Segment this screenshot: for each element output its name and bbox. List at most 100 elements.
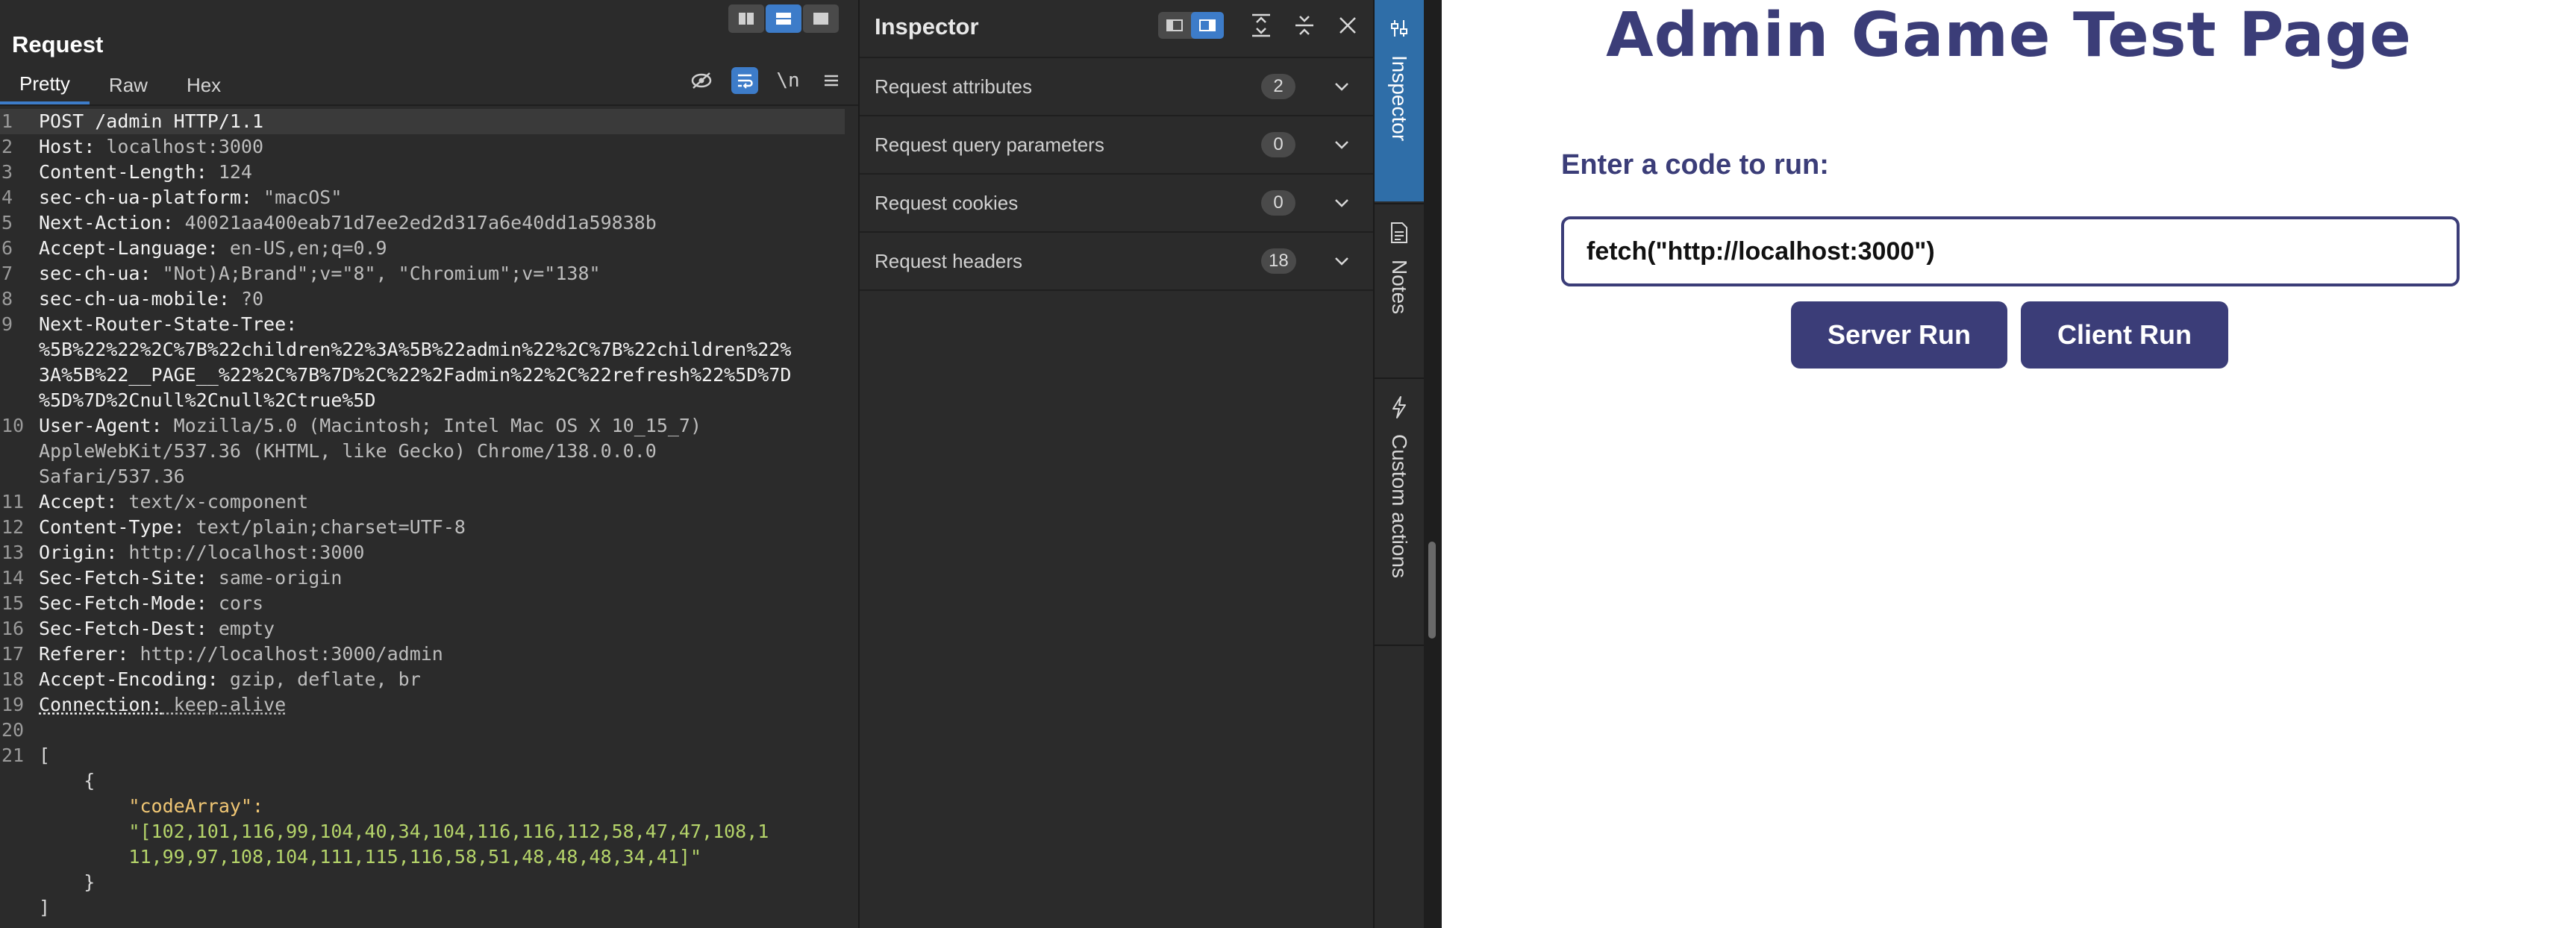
- line-content: Origin: http://localhost:3000: [39, 540, 365, 565]
- count-badge: 0: [1261, 190, 1295, 216]
- inspector-row-query-parameters[interactable]: Request query parameters 0: [860, 115, 1373, 173]
- sidebar-tab-custom-actions[interactable]: Custom actions: [1375, 379, 1424, 643]
- header-name: {: [39, 770, 96, 791]
- split-rows-layout-button[interactable]: [766, 4, 801, 33]
- line-content: %5D%7D%2Cnull%2Cnull%2Ctrue%5D: [39, 388, 376, 413]
- line-number: 13: [1, 542, 25, 563]
- inspector-layout-right-button[interactable]: [1191, 12, 1224, 39]
- request-title: Request: [12, 31, 104, 57]
- line-content: "[102,101,116,99,104,40,34,104,116,116,1…: [39, 819, 769, 844]
- header-value: http://localhost:3000/admin: [128, 643, 443, 665]
- expand-all-button[interactable]: [1246, 10, 1276, 40]
- line-content: %5B%22%22%2C%7B%22children%22%3A%5B%22ad…: [39, 337, 791, 363]
- rows-icon: [776, 13, 791, 25]
- line-number: 20: [1, 719, 25, 741]
- header-value: "Not)A;Brand";v="8", "Chromium";v="138": [151, 263, 601, 284]
- close-icon: [1339, 17, 1356, 34]
- header-name: Sec-Fetch-Dest:: [39, 618, 207, 639]
- word-wrap-button[interactable]: [731, 67, 758, 94]
- collapse-all-button[interactable]: [1289, 10, 1319, 40]
- code-line: 11 Accept: text/x-component: [0, 489, 858, 515]
- json-string: 11,99,97,108,104,111,115,116,58,51,48,48…: [39, 846, 702, 868]
- code-line: 19 Connection: keep-alive: [0, 692, 858, 718]
- line-content: Accept-Encoding: gzip, deflate, br: [39, 667, 421, 692]
- count-badge: 2: [1261, 74, 1295, 99]
- code-line: 9 Next-Router-State-Tree:: [0, 312, 858, 337]
- line-number: 15: [1, 592, 25, 614]
- code-line: {: [0, 768, 858, 794]
- request-editor[interactable]: 1 POST /admin HTTP/1.1 2 Host: localhost:30…: [0, 109, 858, 928]
- splitter-handle[interactable]: [1428, 542, 1436, 639]
- chevron-down-icon[interactable]: [1328, 73, 1355, 100]
- tabs-layout-button[interactable]: [803, 4, 839, 33]
- header-name: 3A%5B%22__PAGE__%22%2C%7B%7D%2C%22%2Fadm…: [39, 364, 792, 386]
- code-line: 3A%5B%22__PAGE__%22%2C%7B%7D%2C%22%2Fadm…: [0, 363, 858, 388]
- line-number: 12: [1, 516, 25, 538]
- header-value: empty: [207, 618, 275, 639]
- code-line: 12 Content-Type: text/plain;charset=UTF-8: [0, 515, 858, 540]
- menu-icon[interactable]: [818, 67, 845, 94]
- code-line: 6 Accept-Language: en-US,en;q=0.9: [0, 236, 858, 261]
- header-name: Origin:: [39, 542, 118, 563]
- code-line: 2 Host: localhost:3000: [0, 134, 858, 160]
- line-number: 19: [1, 694, 25, 715]
- webpage: Admin Game Test Page Enter a code to run…: [1442, 0, 2576, 928]
- code-line: 20: [0, 718, 858, 743]
- line-content: Sec-Fetch-Site: same-origin: [39, 565, 342, 591]
- line-content: Safari/537.36: [39, 464, 185, 489]
- tab-hex[interactable]: Hex: [167, 66, 240, 104]
- line-number: 18: [1, 668, 25, 690]
- sidebar-tab-notes[interactable]: Notes: [1375, 204, 1424, 376]
- inspector-row-headers[interactable]: Request headers 18: [860, 231, 1373, 289]
- chevron-down-icon[interactable]: [1328, 189, 1355, 216]
- chevron-down-icon[interactable]: [1328, 248, 1355, 275]
- show-newlines-button[interactable]: \n: [775, 67, 801, 94]
- header-value: http://localhost:3000: [117, 542, 365, 563]
- client-run-button[interactable]: Client Run: [2021, 301, 2228, 369]
- inspector-row-cookies[interactable]: Request cookies 0: [860, 173, 1373, 231]
- tab-raw[interactable]: Raw: [90, 66, 167, 104]
- line-number: 9: [1, 313, 13, 335]
- header-name: Host:: [39, 136, 96, 157]
- line-number: 6: [1, 237, 13, 259]
- hide-nonprintable-button[interactable]: [688, 67, 715, 94]
- line-number: 5: [1, 212, 13, 233]
- expand-icon: [1252, 13, 1270, 37]
- header-name: Next-Router-State-Tree:: [39, 313, 298, 335]
- json-key: "codeArray":: [39, 795, 264, 817]
- code-line: %5D%7D%2Cnull%2Cnull%2Ctrue%5D: [0, 388, 858, 413]
- page-title: Admin Game Test Page: [1606, 0, 2412, 71]
- line-number: 1: [1, 110, 13, 132]
- line-content: ]: [39, 895, 50, 921]
- inspector-row-request-attributes[interactable]: Request attributes 2: [860, 57, 1373, 115]
- row-label: Request headers: [875, 249, 1023, 272]
- line-content: [: [39, 743, 50, 768]
- inspector-panel: Inspector Request attributes 2 Request q…: [858, 0, 1373, 928]
- pane-splitter[interactable]: [1424, 0, 1442, 928]
- server-run-button[interactable]: Server Run: [1791, 301, 2007, 369]
- chevron-down-icon[interactable]: [1328, 131, 1355, 158]
- inspector-layout-left-button[interactable]: [1158, 12, 1191, 39]
- single-pane-icon: [813, 13, 828, 25]
- split-columns-layout-button[interactable]: [728, 4, 764, 33]
- code-input[interactable]: [1561, 216, 2460, 286]
- header-value: gzip, deflate, br: [218, 668, 421, 690]
- line-content: AppleWebKit/537.36 (KHTML, like Gecko) C…: [39, 439, 657, 464]
- sidebar-tab-inspector[interactable]: Inspector: [1375, 0, 1424, 201]
- sidebar-divider: [1375, 645, 1424, 646]
- line-content: 11,99,97,108,104,111,115,116,58,51,48,48…: [39, 844, 701, 870]
- inspector-actions: [1246, 10, 1363, 40]
- line-number: 11: [1, 491, 25, 512]
- line-content: 3A%5B%22__PAGE__%22%2C%7B%7D%2C%22%2Fadm…: [39, 363, 791, 388]
- row-label: Request query parameters: [875, 133, 1104, 156]
- line-content: sec-ch-ua-platform: "macOS": [39, 185, 342, 210]
- sliders-icon: [1384, 13, 1414, 43]
- close-inspector-button[interactable]: [1333, 10, 1363, 40]
- code-line: 8 sec-ch-ua-mobile: ?0: [0, 286, 858, 312]
- code-line: %5B%22%22%2C%7B%22children%22%3A%5B%22ad…: [0, 337, 858, 363]
- code-line: 1 POST /admin HTTP/1.1: [0, 109, 845, 134]
- header-value: text/plain;charset=UTF-8: [184, 516, 466, 538]
- line-content: Accept: text/x-component: [39, 489, 308, 515]
- tab-pretty[interactable]: Pretty: [0, 66, 90, 104]
- eye-slash-icon: [691, 72, 712, 89]
